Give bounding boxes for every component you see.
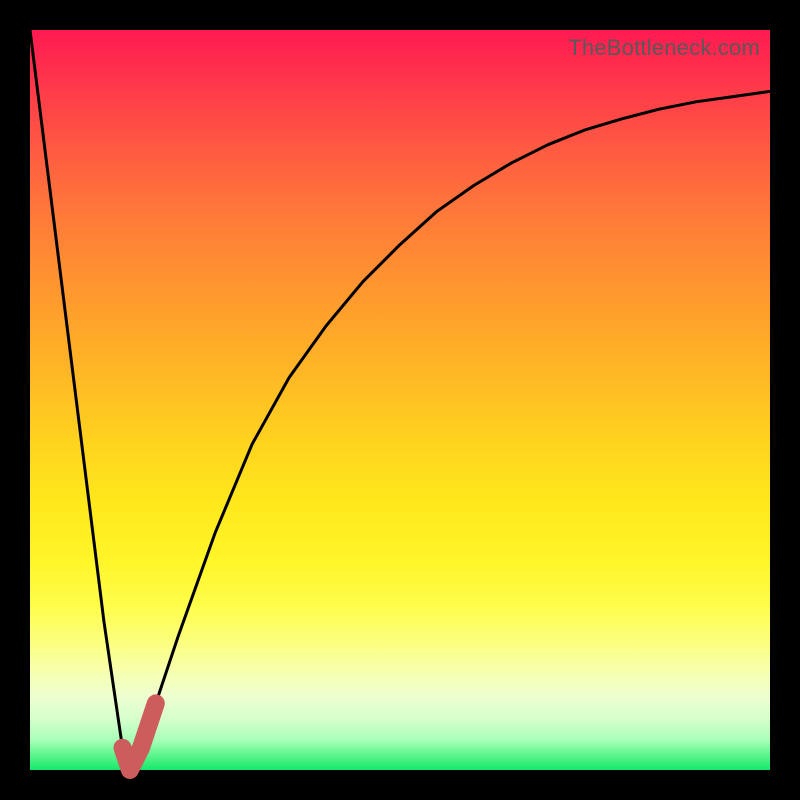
highlight-segment — [123, 703, 156, 770]
chart-svg — [30, 30, 770, 770]
bottleneck-curve — [30, 30, 770, 770]
chart-frame: TheBottleneck.com — [0, 0, 800, 800]
plot-area: TheBottleneck.com — [30, 30, 770, 770]
